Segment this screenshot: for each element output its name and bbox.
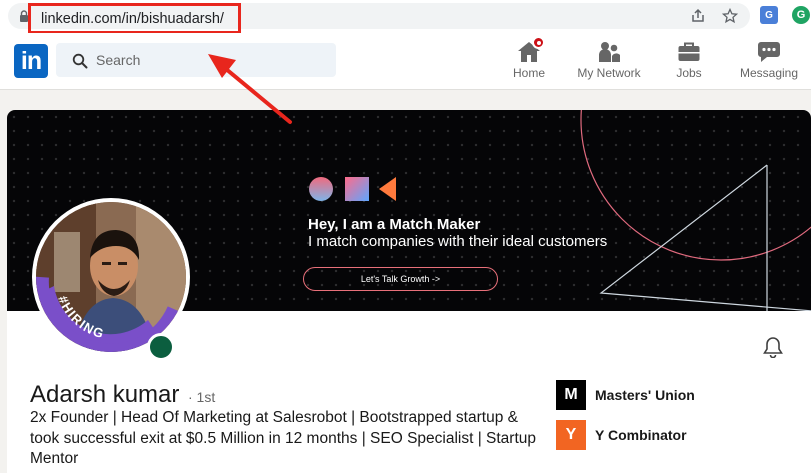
annotation-arrow xyxy=(208,54,292,124)
banner-headline: Hey, I am a Match Maker xyxy=(308,216,481,233)
url-text[interactable]: linkedin.com/in/bishuadarsh/ xyxy=(41,11,224,27)
nav-item-home[interactable]: Home xyxy=(510,36,548,85)
notification-badge xyxy=(532,36,545,49)
people-icon xyxy=(596,39,622,63)
org-name: Masters' Union xyxy=(595,387,695,403)
profile-card: Hey, I am a Match Maker I match companie… xyxy=(7,110,811,473)
nav-label-messaging: Messaging xyxy=(739,66,799,80)
briefcase-icon xyxy=(676,39,702,63)
profile-headline: 2x Founder | Head Of Marketing at Salesr… xyxy=(30,409,537,467)
avatar: #HIRING xyxy=(36,202,186,352)
nav-label-jobs: Jobs xyxy=(676,66,702,80)
nav-label-home: Home xyxy=(512,66,545,80)
banner-arc-decoration xyxy=(580,110,811,261)
connection-degree: · 1st xyxy=(188,389,216,405)
profile-photo[interactable]: #HIRING xyxy=(32,198,190,356)
nav-label-my-network: My Network xyxy=(577,66,641,80)
banner-subheadline: I match companies with their ideal custo… xyxy=(308,233,608,250)
url-highlight-box: linkedin.com/in/bishuadarsh/ xyxy=(28,3,241,34)
bell-icon[interactable] xyxy=(763,336,783,363)
bookmark-star-icon[interactable] xyxy=(720,6,740,26)
nav-item-jobs[interactable]: Jobs xyxy=(674,39,704,85)
browser-address-bar: linkedin.com/in/bishuadarsh/ G G xyxy=(0,0,811,34)
screenshot-root: linkedin.com/in/bishuadarsh/ G G in Home xyxy=(0,0,811,473)
chat-icon xyxy=(756,39,782,63)
org-name: Y Combinator xyxy=(595,427,687,443)
banner-triangle-shape xyxy=(379,177,396,201)
banner-cta-button: Let's Talk Growth -> xyxy=(303,267,498,291)
banner-circle-shape xyxy=(309,177,333,201)
translate-extension-icon[interactable]: G xyxy=(760,6,778,24)
share-icon[interactable] xyxy=(688,6,708,26)
nav-item-my-network[interactable]: My Network xyxy=(574,39,644,85)
online-status-indicator xyxy=(147,333,175,361)
nav-item-messaging[interactable]: Messaging xyxy=(738,39,800,85)
org-logo: Y xyxy=(556,420,586,450)
banner-square-shape xyxy=(345,177,369,201)
search-icon xyxy=(72,53,88,69)
grammarly-extension-icon[interactable]: G xyxy=(792,6,810,24)
hiring-frame: #HIRING xyxy=(36,276,185,352)
org-logo: M xyxy=(556,380,586,410)
banner-triangle-outline xyxy=(599,164,811,311)
org-item-y-combinator[interactable]: Y Y Combinator xyxy=(556,420,687,450)
linkedin-nav-bar: in Home My Network Jobs xyxy=(0,33,811,90)
org-item-masters-union[interactable]: M Masters' Union xyxy=(556,380,695,410)
linkedin-logo[interactable]: in xyxy=(14,44,48,78)
home-icon xyxy=(516,36,545,63)
profile-name: Adarsh kumar xyxy=(30,381,180,408)
